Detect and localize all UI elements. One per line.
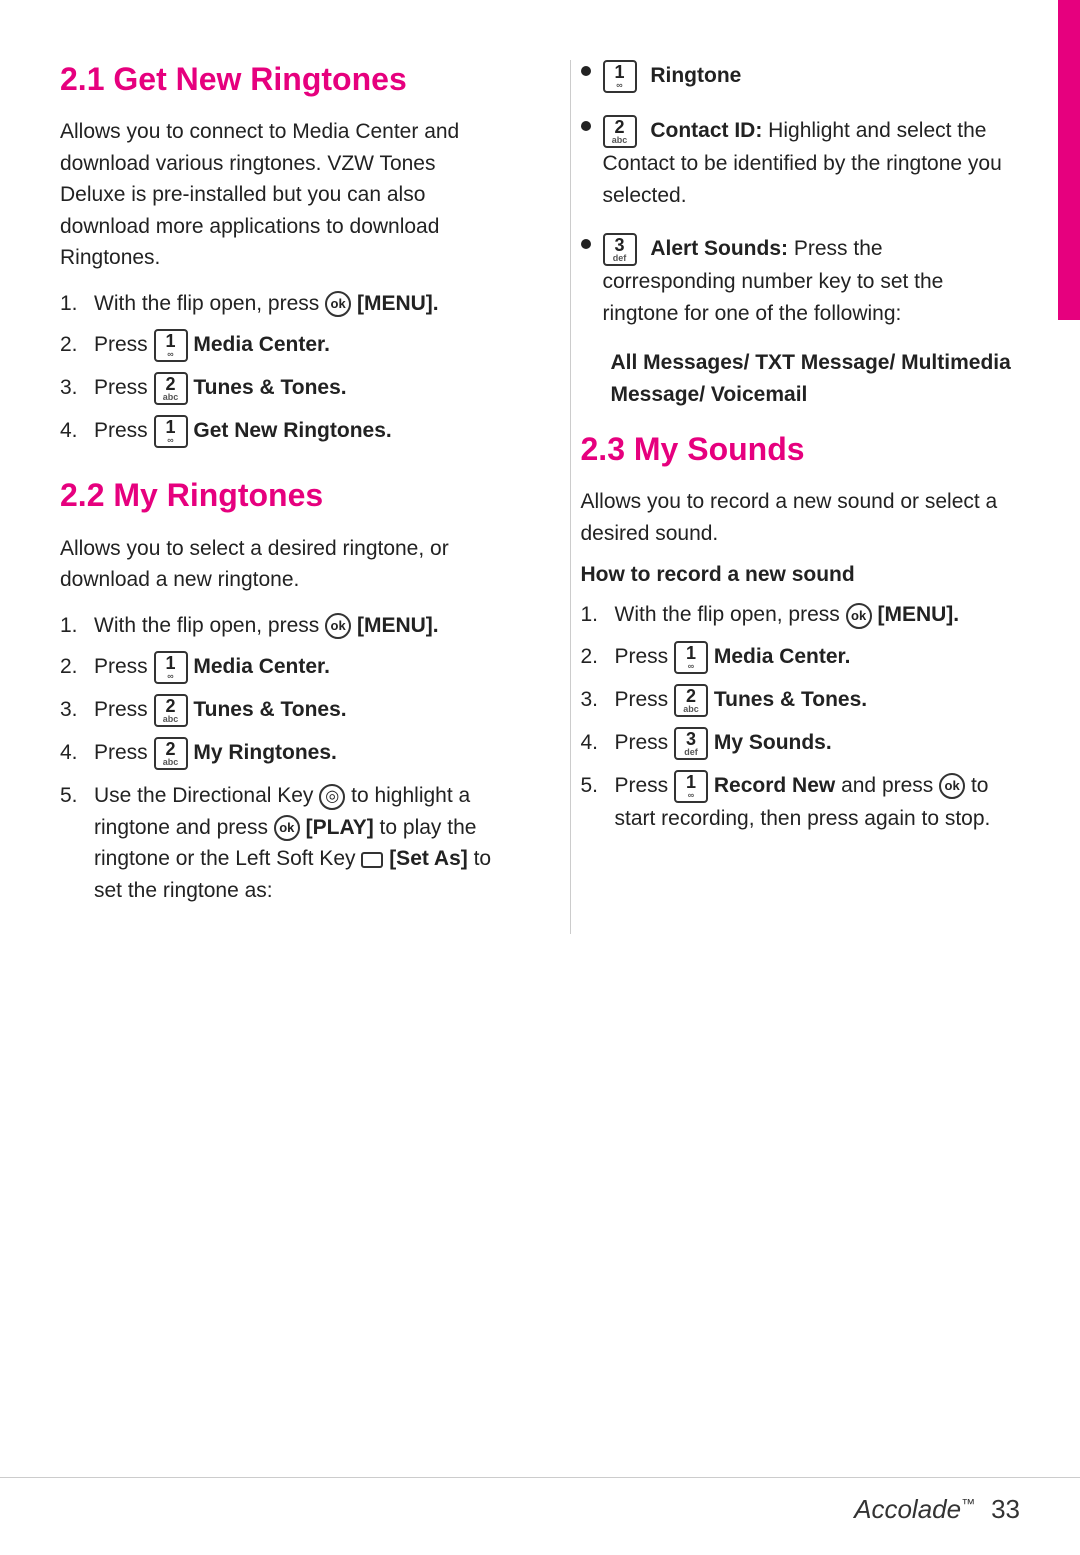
bullet-alert-sounds: 3def Alert Sounds: Press the correspondi… — [581, 233, 1021, 329]
key-2-icon: 2abc — [154, 737, 188, 770]
key-2-icon: 2abc — [674, 684, 708, 717]
ok-icon: ok — [939, 773, 965, 799]
ok-icon: ok — [325, 613, 351, 639]
step-bold: Get New Ringtones. — [193, 419, 391, 442]
section-2-2-description: Allows you to select a desired ringtone,… — [60, 533, 500, 596]
step-bold: Media Center. — [193, 333, 330, 356]
step-2-2-4: 4. Press 2abc My Ringtones. — [60, 737, 500, 770]
alert-sounds-list: All Messages/ TXT Message/ Multimedia Me… — [581, 347, 1021, 410]
key-3-icon: 3def — [603, 233, 637, 266]
bullet-ringtone: 1∞ Ringtone — [581, 60, 1021, 93]
section-2-3-title: 2.3 My Sounds — [581, 430, 1021, 468]
step-2-3-2: 2. Press 1∞ Media Center. — [581, 641, 1021, 674]
section-2-2: 2.2 My Ringtones Allows you to select a … — [60, 476, 500, 906]
bullet-dot — [581, 121, 591, 131]
step-bold: [MENU]. — [357, 614, 439, 637]
step-2-1-2: 2. Press 1∞ Media Center. — [60, 329, 500, 362]
soft-key-icon — [361, 852, 383, 868]
contact-id-label: Contact ID: — [650, 119, 762, 142]
key-1-icon: 1∞ — [674, 770, 708, 803]
left-column: 2.1 Get New Ringtones Allows you to conn… — [60, 60, 520, 934]
step-bold: Tunes & Tones. — [193, 376, 346, 399]
step-2-2-5: 5. Use the Directional Key ◎ to highligh… — [60, 780, 500, 906]
section-2-1-description: Allows you to connect to Media Center an… — [60, 116, 500, 274]
page-number: 33 — [991, 1494, 1020, 1525]
step-bold: [Set As] — [389, 847, 468, 870]
step-2-1-3: 3. Press 2abc Tunes & Tones. — [60, 372, 500, 405]
bullet-item-contact: 2abc Contact ID: Highlight and select th… — [581, 115, 1021, 211]
bullet-item-alert: 3def Alert Sounds: Press the correspondi… — [581, 233, 1021, 329]
section-2-1-title: 2.1 Get New Ringtones — [60, 60, 500, 98]
content-area: 2.1 Get New Ringtones Allows you to conn… — [60, 60, 1020, 934]
step-bold: [MENU]. — [357, 292, 439, 315]
step-bold: Record New — [714, 774, 835, 797]
brand-name: Accolade™ — [854, 1494, 975, 1525]
step-2-1-4: 4. Press 1∞ Get New Ringtones. — [60, 415, 500, 448]
footer: Accolade™ 33 — [0, 1477, 1080, 1525]
key-1-icon: 1∞ — [154, 415, 188, 448]
directional-icon: ◎ — [319, 784, 345, 810]
key-1-icon: 1∞ — [603, 60, 637, 93]
key-2-icon: 2abc — [154, 694, 188, 727]
key-1-icon: 1∞ — [154, 329, 188, 362]
alert-sounds-label: Alert Sounds: — [650, 237, 788, 260]
step-bold: Media Center. — [193, 655, 330, 678]
key-3-icon: 3def — [674, 727, 708, 760]
section-2-3-description: Allows you to record a new sound or sele… — [581, 486, 1021, 549]
ringtone-label: Ringtone — [650, 64, 741, 87]
step-bold: My Ringtones. — [193, 741, 337, 764]
bullet-contact-id: 2abc Contact ID: Highlight and select th… — [581, 115, 1021, 211]
ok-icon: ok — [274, 815, 300, 841]
step-2-3-4: 4. Press 3def My Sounds. — [581, 727, 1021, 760]
step-2-2-3: 3. Press 2abc Tunes & Tones. — [60, 694, 500, 727]
key-1-icon: 1∞ — [674, 641, 708, 674]
step-2-2-1: 1. With the flip open, press ok [MENU]. — [60, 610, 500, 642]
section-2-1: 2.1 Get New Ringtones Allows you to conn… — [60, 60, 500, 448]
accent-bar — [1058, 0, 1080, 320]
key-2-icon: 2abc — [603, 115, 637, 148]
step-bold: [MENU]. — [877, 603, 959, 626]
bullet-item-ringtone: 1∞ Ringtone — [581, 60, 1021, 93]
step-2-3-3: 3. Press 2abc Tunes & Tones. — [581, 684, 1021, 717]
key-1-icon: 1∞ — [154, 651, 188, 684]
ok-icon: ok — [325, 291, 351, 317]
how-to-label: How to record a new sound — [581, 563, 1021, 587]
step-bold: Media Center. — [714, 645, 851, 668]
bullet-dot — [581, 66, 591, 76]
step-bold: Tunes & Tones. — [193, 698, 346, 721]
right-column: 1∞ Ringtone 2abc Contact ID: Highlight a… — [570, 60, 1021, 934]
step-bold: [PLAY] — [306, 816, 374, 839]
key-2-icon: 2abc — [154, 372, 188, 405]
ok-icon: ok — [846, 603, 872, 629]
bullet-dot — [581, 239, 591, 249]
step-2-1-1: 1. With the flip open, press ok [MENU]. — [60, 288, 500, 320]
step-2-2-2: 2. Press 1∞ Media Center. — [60, 651, 500, 684]
section-2-3: 2.3 My Sounds Allows you to record a new… — [581, 430, 1021, 834]
step-bold: My Sounds. — [714, 731, 832, 754]
page-container: 2.1 Get New Ringtones Allows you to conn… — [0, 0, 1080, 1555]
step-2-3-5: 5. Press 1∞ Record New and press ok to s… — [581, 770, 1021, 835]
step-2-3-1: 1. With the flip open, press ok [MENU]. — [581, 599, 1021, 631]
section-2-2-title: 2.2 My Ringtones — [60, 476, 500, 514]
step-bold: Tunes & Tones. — [714, 688, 867, 711]
